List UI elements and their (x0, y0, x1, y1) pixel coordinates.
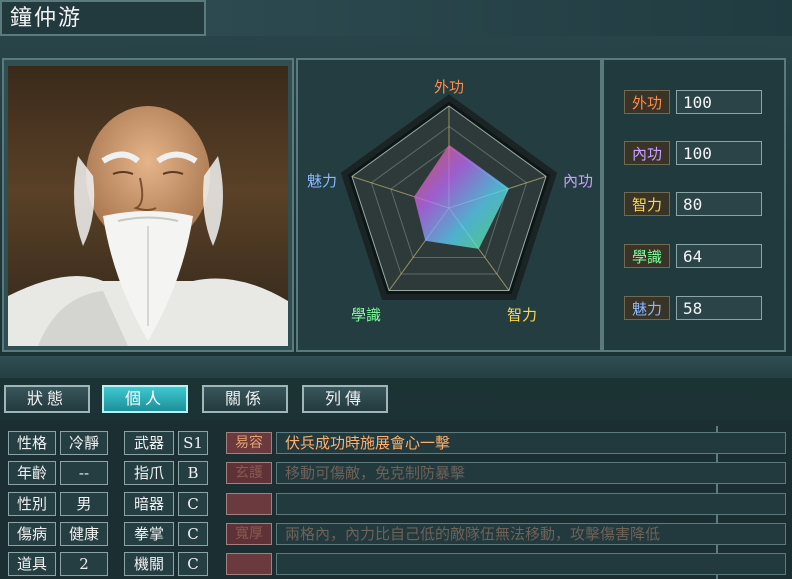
skill-slot[interactable]: 寬厚 (226, 523, 272, 545)
attribute-value: 男 (60, 492, 108, 516)
weapon-grade: S1 (178, 431, 208, 455)
weapon-label: 指爪 (124, 461, 174, 485)
stat-label: 學識 (624, 244, 670, 268)
portrait-image (8, 106, 288, 346)
radar-axis-label: 內功 (563, 172, 593, 190)
weapon-grade: C (178, 552, 208, 576)
attribute-value: 2 (60, 552, 108, 576)
radar-axis-label: 魅力 (307, 172, 337, 190)
stat-label: 智力 (624, 192, 670, 216)
character-portrait (8, 66, 288, 346)
attribute-value: -- (60, 461, 108, 485)
weapon-label: 暗器 (124, 492, 174, 516)
attribute-label: 傷病 (8, 522, 56, 546)
radar-axis-label: 智力 (507, 306, 537, 324)
weapon-grade: C (178, 522, 208, 546)
character-name: 鐘仲游 (0, 0, 206, 36)
skill-slot[interactable]: 玄護 (226, 462, 272, 484)
attribute-label: 性格 (8, 431, 56, 455)
skill-description (276, 553, 786, 575)
attribute-value: 冷靜 (60, 431, 108, 455)
radar-axis-label: 學識 (351, 306, 381, 324)
skill-description: 兩格內，內力比自己低的敵隊伍無法移動，攻擊傷害降低 (276, 523, 786, 545)
separator-bar (0, 356, 792, 378)
weapon-label: 機關 (124, 552, 174, 576)
stat-value: 58 (676, 296, 762, 320)
tab-status[interactable]: 狀態 (4, 385, 90, 413)
stat-label: 魅力 (624, 296, 670, 320)
skill-slot[interactable] (226, 553, 272, 575)
skill-description (276, 493, 786, 515)
attribute-label: 道具 (8, 552, 56, 576)
attribute-radar-chart: 外功內功智力 學識 魅力 (307, 78, 593, 324)
top-bar (206, 0, 792, 36)
radar-axis-label: 外功 (434, 78, 464, 96)
attribute-label: 年齡 (8, 461, 56, 485)
stat-value: 64 (676, 244, 762, 268)
stat-label: 內功 (624, 141, 670, 165)
stat-label: 外功 (624, 90, 670, 114)
tab-relations[interactable]: 關係 (202, 385, 288, 413)
attribute-label: 性別 (8, 492, 56, 516)
stat-value: 100 (676, 90, 762, 114)
stat-value: 80 (676, 192, 762, 216)
stat-value: 100 (676, 141, 762, 165)
weapon-label: 拳掌 (124, 522, 174, 546)
tab-biography[interactable]: 列傳 (302, 385, 388, 413)
skill-description: 移動可傷敵，免克制防暴擊 (276, 462, 786, 484)
weapon-grade: C (178, 492, 208, 516)
skill-slot[interactable]: 易容 (226, 432, 272, 454)
skill-description: 伏兵成功時施展會心一擊 (276, 432, 786, 454)
attribute-value: 健康 (60, 522, 108, 546)
weapon-label: 武器 (124, 431, 174, 455)
skill-slot[interactable] (226, 493, 272, 515)
tab-personal[interactable]: 個人 (102, 385, 188, 413)
weapon-grade: B (178, 461, 208, 485)
